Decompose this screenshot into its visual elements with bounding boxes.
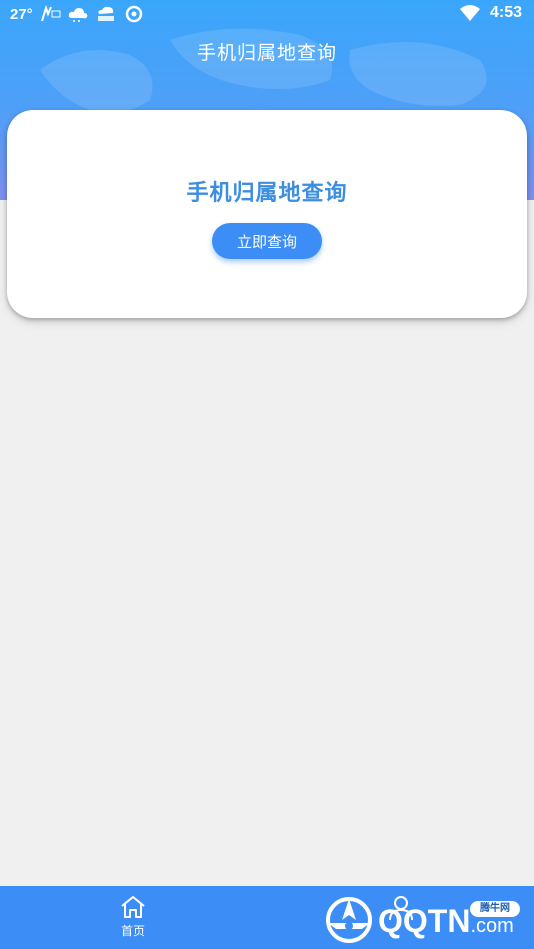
page-title: 手机归属地查询 [196,42,337,64]
nav-item-home[interactable]: 首页 [103,894,163,944]
cloud-icon [68,8,87,22]
status-left: 27° [10,5,145,23]
card-title: 手机归属地查询 [186,181,348,206]
wifi-icon [459,5,480,21]
status-bar: 27° 4:53 [0,0,534,30]
watermark-brand: QQTN [378,903,471,939]
status-temperature: 27° [10,5,33,23]
qqtn-logo-icon [326,897,372,943]
home-icon [121,896,145,918]
watermark-badge: 腾牛网 [470,901,520,917]
query-card: 手机归属地查询 立即查询 [7,110,527,318]
news-app-icon [40,5,61,22]
rain-cloud-icon [97,6,114,21]
status-time: 4:53 [489,4,522,21]
query-now-button[interactable]: 立即查询 [212,223,322,259]
status-right: 4:53 [459,4,522,22]
weibo-icon [125,5,142,23]
watermark-suffix: .com [470,915,514,937]
nav-item-home-label: 首页 [120,924,145,938]
qqtn-watermark: QQTN.com 腾牛网 [322,893,527,945]
